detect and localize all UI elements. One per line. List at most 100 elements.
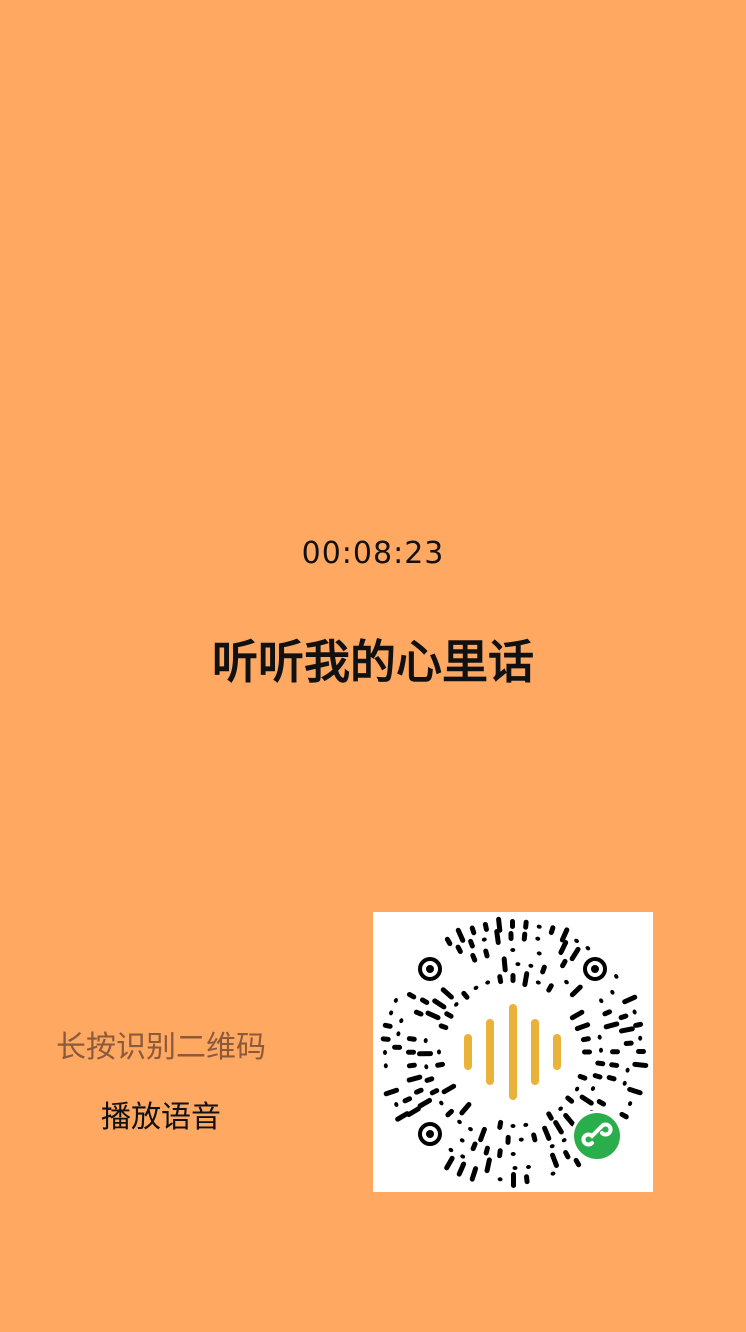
qr-dash bbox=[574, 938, 579, 944]
qr-dash bbox=[618, 1013, 629, 1021]
qr-dash bbox=[393, 997, 398, 1003]
qr-dash bbox=[603, 1021, 620, 1030]
qr-dash bbox=[424, 1076, 435, 1083]
play-voice-label: 播放语音 bbox=[101, 1100, 221, 1135]
qr-dash bbox=[396, 1031, 401, 1037]
qr-dash bbox=[521, 931, 528, 942]
qr-dash bbox=[582, 1049, 592, 1055]
qr-dash bbox=[413, 1009, 424, 1017]
qr-dash bbox=[523, 1122, 529, 1127]
qr-dash bbox=[553, 1120, 564, 1135]
qr-dash bbox=[402, 1096, 413, 1104]
qr-dash bbox=[457, 1119, 462, 1125]
qr-dash bbox=[497, 1177, 503, 1182]
qr-dash bbox=[483, 1145, 490, 1156]
qr-dash bbox=[614, 974, 619, 979]
qr-dash bbox=[595, 1060, 606, 1067]
qr-dash bbox=[444, 1155, 455, 1171]
qr-dash bbox=[638, 1035, 643, 1041]
audio-wave-icon bbox=[464, 1004, 561, 1100]
qr-dash bbox=[444, 936, 453, 947]
qr-dash bbox=[574, 1086, 580, 1092]
qr-dash bbox=[515, 962, 521, 967]
qr-dash bbox=[585, 946, 591, 951]
qr-dash bbox=[485, 980, 491, 985]
mini-program-qr-code[interactable] bbox=[373, 912, 653, 1192]
qr-dash bbox=[546, 983, 554, 993]
qr-dash bbox=[510, 1172, 517, 1188]
qr-dash bbox=[406, 1062, 417, 1069]
qr-dash bbox=[419, 997, 430, 1005]
qr-dash bbox=[469, 925, 477, 936]
qr-dash bbox=[510, 1151, 516, 1157]
qr-dash bbox=[483, 948, 490, 959]
qr-dash bbox=[510, 1124, 516, 1128]
qr-dash bbox=[481, 937, 487, 942]
qr-dash bbox=[497, 1148, 503, 1159]
qr-dash bbox=[549, 1144, 555, 1149]
qr-dash bbox=[609, 1062, 620, 1068]
qr-dash bbox=[622, 1080, 627, 1086]
qr-dash bbox=[602, 1009, 613, 1017]
qr-dash bbox=[455, 927, 466, 943]
qr-dash bbox=[522, 971, 530, 988]
qr-dash bbox=[580, 1036, 591, 1043]
qr-dash bbox=[432, 998, 447, 1010]
qr-dash bbox=[632, 1061, 649, 1068]
qr-dash bbox=[497, 1119, 504, 1130]
qr-dash bbox=[563, 1149, 571, 1160]
qr-dash bbox=[501, 956, 508, 973]
qr-dash bbox=[542, 1125, 552, 1141]
qr-dash bbox=[569, 1009, 585, 1021]
qr-dash bbox=[619, 1111, 629, 1120]
qr-dash bbox=[596, 1099, 607, 1107]
qr-dash bbox=[473, 985, 479, 991]
qr-dash bbox=[459, 1101, 472, 1116]
qr-dash bbox=[610, 989, 615, 995]
corner-marker-top-right bbox=[583, 957, 607, 981]
qr-dash bbox=[597, 1034, 602, 1040]
qr-dash bbox=[623, 1040, 634, 1046]
qr-dash bbox=[550, 1152, 559, 1168]
qr-dash bbox=[606, 1075, 617, 1082]
qr-dash bbox=[619, 1026, 635, 1034]
corner-marker-bottom-left bbox=[418, 1122, 442, 1146]
qr-dash bbox=[423, 1038, 428, 1044]
qr-dash bbox=[560, 958, 568, 969]
qr-dash bbox=[622, 994, 638, 1005]
qr-dash bbox=[550, 1171, 556, 1176]
qr-dash bbox=[439, 1100, 444, 1106]
qr-dash bbox=[406, 991, 417, 1000]
qr-dash bbox=[508, 931, 514, 941]
qr-dash bbox=[438, 1023, 449, 1031]
qr-dash bbox=[610, 1049, 620, 1055]
qr-dash bbox=[383, 1087, 400, 1097]
qr-dash bbox=[413, 1087, 424, 1095]
qr-dash bbox=[535, 980, 541, 985]
qr-dash bbox=[565, 1095, 575, 1104]
qr-dash bbox=[574, 1022, 591, 1032]
qr-dash bbox=[561, 1138, 567, 1143]
qr-hint-text: 长按识别二维码 bbox=[56, 1030, 266, 1065]
qr-dash bbox=[406, 1036, 417, 1042]
qr-dash bbox=[417, 1051, 433, 1057]
qr-dash bbox=[569, 946, 581, 962]
qr-dash bbox=[437, 1049, 441, 1055]
qr-dash bbox=[459, 1138, 465, 1143]
qr-dash bbox=[558, 1106, 563, 1111]
qr-dash bbox=[632, 1009, 637, 1015]
qr-dash bbox=[536, 924, 542, 929]
qr-dash bbox=[406, 1074, 423, 1083]
qr-dash bbox=[512, 1165, 518, 1171]
qr-dash bbox=[425, 1010, 441, 1021]
qr-dash bbox=[454, 1002, 459, 1007]
qr-dash bbox=[559, 927, 570, 943]
qr-dash bbox=[577, 1073, 588, 1081]
qr-dash bbox=[460, 1154, 466, 1159]
qr-dash bbox=[636, 1048, 646, 1055]
qr-dash bbox=[592, 1073, 603, 1080]
qr-dash bbox=[590, 1086, 596, 1092]
qr-dash bbox=[505, 1134, 511, 1145]
qr-dash bbox=[497, 974, 504, 985]
qr-dash bbox=[518, 1137, 524, 1142]
